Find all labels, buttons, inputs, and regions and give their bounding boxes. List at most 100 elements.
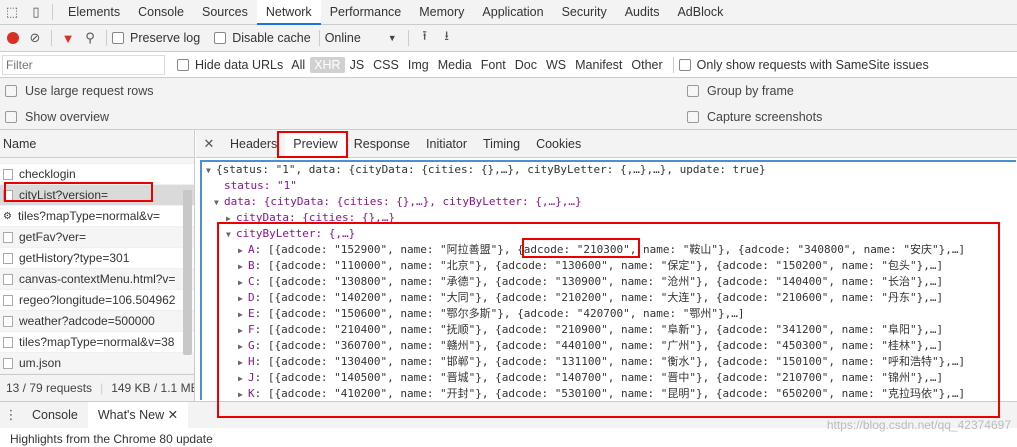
tab-cookies[interactable]: Cookies <box>528 130 589 158</box>
device-toolbar-icon[interactable]: ▯ <box>24 0 48 25</box>
tab-adblock[interactable]: AdBlock <box>668 0 732 25</box>
preserve-log-checkbox[interactable]: Preserve log <box>112 31 200 45</box>
expanded-triangle-icon: ▼ <box>206 166 211 175</box>
type-filter-js[interactable]: JS <box>346 57 369 73</box>
json-letter-key: K <box>248 387 255 400</box>
request-row-citylist[interactable]: cityList?version= <box>0 185 194 206</box>
tab-security[interactable]: Security <box>553 0 616 25</box>
type-filter-other[interactable]: Other <box>627 57 666 73</box>
type-filter-xhr[interactable]: XHR <box>310 56 345 73</box>
request-list-scrollbar[interactable] <box>183 190 192 355</box>
type-filter-css[interactable]: CSS <box>369 57 403 73</box>
capture-screenshots-checkbox[interactable]: Capture screenshots <box>687 110 822 124</box>
json-root-text: {status: "1", data: {cityData: {cities: … <box>216 163 766 176</box>
divider: | <box>100 381 104 395</box>
samesite-checkbox[interactable]: Only show requests with SameSite issues <box>678 58 929 72</box>
request-row-getfav[interactable]: getFav?ver= <box>0 227 194 248</box>
request-row-gethistory[interactable]: getHistory?type=301 <box>0 248 194 269</box>
json-letter-line[interactable]: ▶ K: [{adcode: "410200", name: "开封"}, {ad… <box>206 386 1016 400</box>
tab-console-drawer[interactable]: Console <box>22 402 88 428</box>
json-letter-key: F <box>248 323 255 336</box>
close-icon[interactable]: ✕ <box>196 136 222 152</box>
request-detail-panel: ✕ Headers Preview Response Initiator Tim… <box>196 129 1017 401</box>
record-button[interactable] <box>2 25 24 51</box>
tab-sources[interactable]: Sources <box>193 0 257 25</box>
tab-memory[interactable]: Memory <box>410 0 473 25</box>
type-filter-font[interactable]: Font <box>477 57 510 73</box>
json-citydata-line[interactable]: ▶ cityData: {cities: {},…} <box>206 210 1016 226</box>
type-filter-all[interactable]: All <box>287 57 309 73</box>
type-filter-doc[interactable]: Doc <box>511 57 541 73</box>
json-letter-line[interactable]: ▶ F: [{adcode: "210400", name: "抚顺"}, {ad… <box>206 322 1016 338</box>
filter-input[interactable] <box>2 54 165 75</box>
json-letter-line[interactable]: ▶ E: [{adcode: "150600", name: "鄂尔多斯"}, {… <box>206 306 1016 322</box>
request-row-checklogin[interactable]: checklogin <box>0 164 194 185</box>
json-root-line[interactable]: ▼ {status: "1", data: {cityData: {cities:… <box>206 162 1016 178</box>
json-letter-value: [{adcode: "140200", name: "大同"}, {adcode… <box>267 291 944 304</box>
tab-elements[interactable]: Elements <box>59 0 129 25</box>
type-filter-media[interactable]: Media <box>434 57 476 73</box>
clear-button[interactable]: ⊘ <box>24 25 46 51</box>
tab-performance[interactable]: Performance <box>321 0 411 25</box>
group-by-frame-checkbox[interactable]: Group by frame <box>687 84 794 98</box>
json-colon: : <box>254 259 268 272</box>
tab-audits[interactable]: Audits <box>616 0 669 25</box>
json-letter-key: A <box>248 243 255 256</box>
json-letter-line[interactable]: ▶ G: [{adcode: "360700", name: "赣州"}, {ad… <box>206 338 1016 354</box>
tab-application[interactable]: Application <box>473 0 552 25</box>
filter-toggle-button[interactable]: ▼ <box>57 25 79 51</box>
devtools-main-tabbar: ⬚ ▯ Elements Console Sources Network Per… <box>0 0 1017 25</box>
type-filter-img[interactable]: Img <box>404 57 433 73</box>
json-status-text: status: "1" <box>224 179 297 192</box>
search-button[interactable]: ⚲ <box>79 25 101 51</box>
tab-whats-new[interactable]: What's New ✕ <box>87 402 189 428</box>
json-letter-line[interactable]: ▶ B: [{adcode: "110000", name: "北京"}, {ad… <box>206 258 1016 274</box>
name-column-header[interactable]: Name <box>0 130 194 158</box>
request-row-weather[interactable]: weather?adcode=500000 <box>0 311 194 332</box>
tab-response[interactable]: Response <box>346 130 418 158</box>
tab-timing[interactable]: Timing <box>475 130 528 158</box>
request-name: cityList?version= <box>19 187 109 202</box>
tab-headers[interactable]: Headers <box>222 130 285 158</box>
large-rows-checkbox[interactable]: Use large request rows <box>5 84 154 98</box>
collapsed-triangle-icon: ▶ <box>238 278 243 287</box>
file-icon <box>3 273 13 285</box>
divider <box>52 4 53 20</box>
disable-cache-checkbox[interactable]: Disable cache <box>214 31 311 45</box>
tab-console[interactable]: Console <box>129 0 193 25</box>
file-icon <box>3 357 13 369</box>
json-letter-line[interactable]: ▶ J: [{adcode: "140500", name: "晋城"}, {ad… <box>206 370 1016 386</box>
collapsed-triangle-icon: ▶ <box>238 358 243 367</box>
request-name: weather?adcode=500000 <box>19 313 155 328</box>
hide-data-urls-checkbox[interactable]: Hide data URLs <box>177 58 283 72</box>
tab-initiator[interactable]: Initiator <box>418 130 475 158</box>
inspect-element-icon[interactable]: ⬚ <box>0 0 24 25</box>
tab-preview[interactable]: Preview <box>285 129 346 158</box>
json-letter-line[interactable]: ▶ D: [{adcode: "140200", name: "大同"}, {ad… <box>206 290 1016 306</box>
close-icon[interactable]: ✕ <box>168 408 178 422</box>
type-filter-manifest[interactable]: Manifest <box>571 57 626 73</box>
tab-network[interactable]: Network <box>256 0 321 25</box>
detail-tabbar: ✕ Headers Preview Response Initiator Tim… <box>196 129 1017 158</box>
json-letter-line[interactable]: ▶ H: [{adcode: "130400", name: "邯郸"}, {ad… <box>206 354 1016 370</box>
request-row-regeo[interactable]: regeo?longitude=106.504962 <box>0 290 194 311</box>
json-citybyletter-line[interactable]: ▼ cityByLetter: {,…} <box>206 226 1016 242</box>
more-vertical-icon[interactable]: ⋮ <box>0 407 22 423</box>
request-row-tiles[interactable]: ⚙ tiles?mapType=normal&v= <box>0 206 194 227</box>
json-status-line: status: "1" <box>206 178 1016 194</box>
request-row-um-json[interactable]: um.json <box>0 353 194 374</box>
json-letter-value: [{adcode: "210400", name: "抚顺"}, {adcode… <box>267 323 944 336</box>
type-filter-ws[interactable]: WS <box>542 57 570 73</box>
json-letter-line[interactable]: ▶ C: [{adcode: "130800", name: "承德"}, {ad… <box>206 274 1016 290</box>
throttling-select[interactable]: Online ▼ <box>325 31 403 45</box>
request-row-tiles-38[interactable]: tiles?mapType=normal&v=38 <box>0 332 194 353</box>
request-row-canvas-contextmenu[interactable]: canvas-contextMenu.html?v= <box>0 269 194 290</box>
json-letter-line[interactable]: ▶ A: [{adcode: "152900", name: "阿拉善盟"}, {… <box>206 242 1016 258</box>
json-data-line[interactable]: ▼ data: {cityData: {cities: {},…}, cityBy… <box>206 194 1016 210</box>
json-colon: : <box>254 275 268 288</box>
show-overview-checkbox[interactable]: Show overview <box>5 110 109 124</box>
json-citybyletter-text: cityByLetter: {,…} <box>236 227 356 240</box>
import-har-button[interactable]: ⭱ <box>414 25 436 51</box>
request-name: canvas-contextMenu.html?v= <box>19 271 176 286</box>
export-har-button[interactable]: ⭳ <box>436 25 458 51</box>
